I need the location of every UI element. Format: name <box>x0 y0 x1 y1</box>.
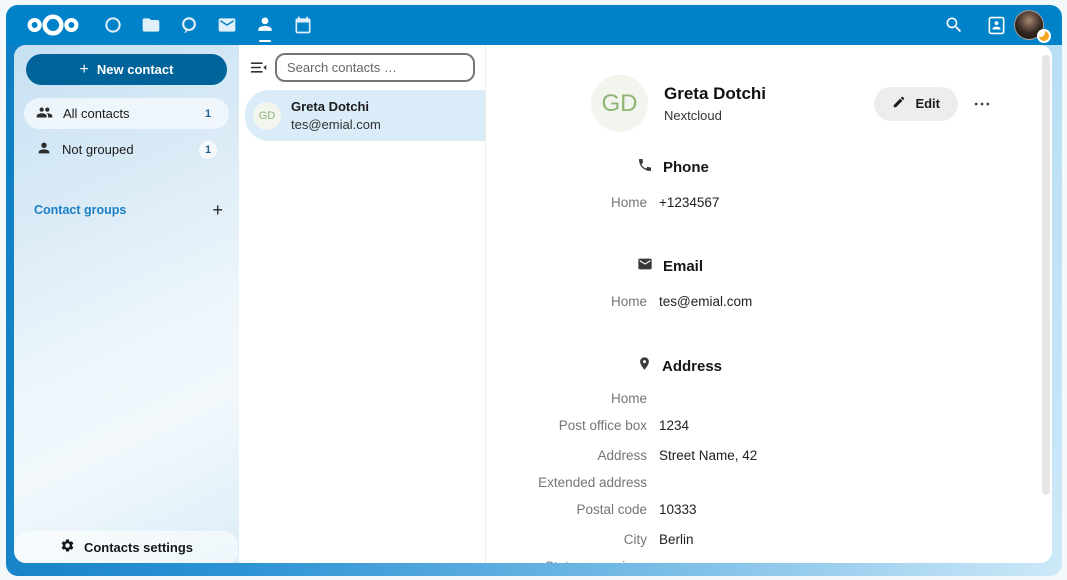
property-row: City Berlin <box>486 527 1052 551</box>
section-title: Email <box>663 258 703 275</box>
new-contact-button[interactable]: + New contact <box>26 54 227 85</box>
property-value[interactable]: 10333 <box>659 502 697 517</box>
property-label: Home <box>486 195 647 210</box>
header-right-icons <box>936 5 1014 45</box>
property-value[interactable]: tes@emial.com <box>659 294 752 309</box>
contact-avatar: GD <box>591 75 648 132</box>
contact-details-header: GD Greta Dotchi Nextcloud Edit <box>486 45 1052 132</box>
contact-identity: Greta Dotchi Nextcloud <box>664 84 766 123</box>
property-label: Address <box>486 448 647 463</box>
top-header-bar <box>6 5 1062 45</box>
section-email: Email Home tes@emial.com <box>486 256 1052 313</box>
property-label: Home <box>486 294 647 309</box>
section-header: Email <box>486 256 1052 277</box>
sidebar-item-list: All contacts 1 Not grouped 1 <box>14 98 239 170</box>
new-contact-label: New contact <box>97 62 174 77</box>
contact-details-pane: GD Greta Dotchi Nextcloud Edit <box>486 45 1052 563</box>
mail-icon[interactable] <box>208 5 246 45</box>
phone-icon <box>637 157 653 178</box>
property-row: Home <box>486 389 1052 407</box>
contact-list-toolbar <box>239 53 485 88</box>
more-actions-icon[interactable] <box>972 87 992 121</box>
edit-label: Edit <box>915 96 940 111</box>
email-icon <box>637 256 653 277</box>
away-status-icon <box>1037 29 1051 43</box>
contact-groups-header: Contact groups <box>34 203 212 217</box>
property-label: Postal code <box>486 502 647 517</box>
section-header: Address <box>486 355 1052 377</box>
sidebar-item-not-grouped[interactable]: Not grouped 1 <box>24 134 229 165</box>
collapse-navigation-icon[interactable] <box>247 57 269 79</box>
search-contacts-input[interactable] <box>275 53 475 82</box>
property-label: Post office box <box>486 418 647 433</box>
sidebar-item-label: All contacts <box>63 106 189 121</box>
calendar-icon[interactable] <box>284 5 322 45</box>
person-icon <box>36 140 52 159</box>
contacts-sidebar: + New contact All contacts1Not grouped1 … <box>14 45 239 563</box>
contact-list-column: GD Greta Dotchites@emial.com <box>239 45 486 563</box>
contact-texts: Greta Dotchites@emial.com <box>291 98 381 133</box>
count-badge: 1 <box>199 141 217 159</box>
contact-name: Greta Dotchi <box>664 84 766 104</box>
property-label: Extended address <box>486 475 647 490</box>
section-address: Address Home Post office box 1234 Address Str… <box>486 355 1052 563</box>
section-header: Phone <box>486 157 1052 178</box>
app-content: + New contact All contacts1Not grouped1 … <box>14 45 1052 563</box>
pencil-icon <box>892 95 906 112</box>
search-icon[interactable] <box>936 5 972 45</box>
add-group-button[interactable]: + <box>212 201 223 219</box>
contact-item-name: Greta Dotchi <box>291 98 381 116</box>
property-label: Home <box>486 391 647 406</box>
sidebar-item-label: Not grouped <box>62 142 189 157</box>
group-icon <box>36 104 53 124</box>
property-label: State or province <box>486 559 647 564</box>
contact-item-email: tes@emial.com <box>291 116 381 134</box>
screenshot-frame: + New contact All contacts1Not grouped1 … <box>0 0 1067 580</box>
plus-icon: + <box>80 61 89 79</box>
contact-list-item[interactable]: GD Greta Dotchites@emial.com <box>245 90 485 141</box>
contacts-settings-button[interactable]: Contacts settings <box>15 531 238 563</box>
section-phone: Phone Home +1234567 <box>486 157 1052 214</box>
property-value[interactable]: Berlin <box>659 532 694 547</box>
address-icon <box>637 355 652 377</box>
property-row: Home +1234567 <box>486 190 1052 214</box>
section-title: Address <box>662 358 722 375</box>
sidebar-item-all-contacts[interactable]: All contacts 1 <box>24 98 229 129</box>
contact-detail-sections: Phone Home +1234567 Email Home tes@emial.com A… <box>486 132 1052 563</box>
property-row: Postal code 10333 <box>486 497 1052 521</box>
property-row: Extended address <box>486 473 1052 491</box>
talk-icon[interactable] <box>170 5 208 45</box>
section-title: Phone <box>663 159 709 176</box>
dashboard-icon[interactable] <box>94 5 132 45</box>
app-navigation-icons <box>94 5 322 45</box>
sidebar-spacer <box>14 222 239 531</box>
files-icon[interactable] <box>132 5 170 45</box>
contact-initials-avatar: GD <box>253 102 281 130</box>
property-label: City <box>486 532 647 547</box>
property-row: Home tes@emial.com <box>486 289 1052 313</box>
contact-list: GD Greta Dotchites@emial.com <box>239 88 485 141</box>
property-row: Post office box 1234 <box>486 413 1052 437</box>
contact-groups-row: Contact groups + <box>14 198 239 222</box>
property-value[interactable]: Street Name, 42 <box>659 448 757 463</box>
property-row: State or province <box>486 557 1052 563</box>
contacts-settings-label: Contacts settings <box>84 540 193 555</box>
edit-contact-button[interactable]: Edit <box>874 87 958 121</box>
property-value[interactable]: 1234 <box>659 418 689 433</box>
property-value[interactable]: +1234567 <box>659 195 719 210</box>
nextcloud-app-window: + New contact All contacts1Not grouped1 … <box>6 5 1062 576</box>
gear-icon <box>60 538 75 556</box>
nextcloud-logo-icon[interactable] <box>24 12 84 38</box>
property-row: Address Street Name, 42 <box>486 443 1052 467</box>
contacts-icon[interactable] <box>246 5 284 45</box>
scrollbar[interactable] <box>1042 55 1050 495</box>
user-avatar[interactable] <box>1014 5 1048 45</box>
contact-organization: Nextcloud <box>664 108 766 123</box>
contacts-menu-icon[interactable] <box>978 5 1014 45</box>
count-badge: 1 <box>199 105 217 123</box>
